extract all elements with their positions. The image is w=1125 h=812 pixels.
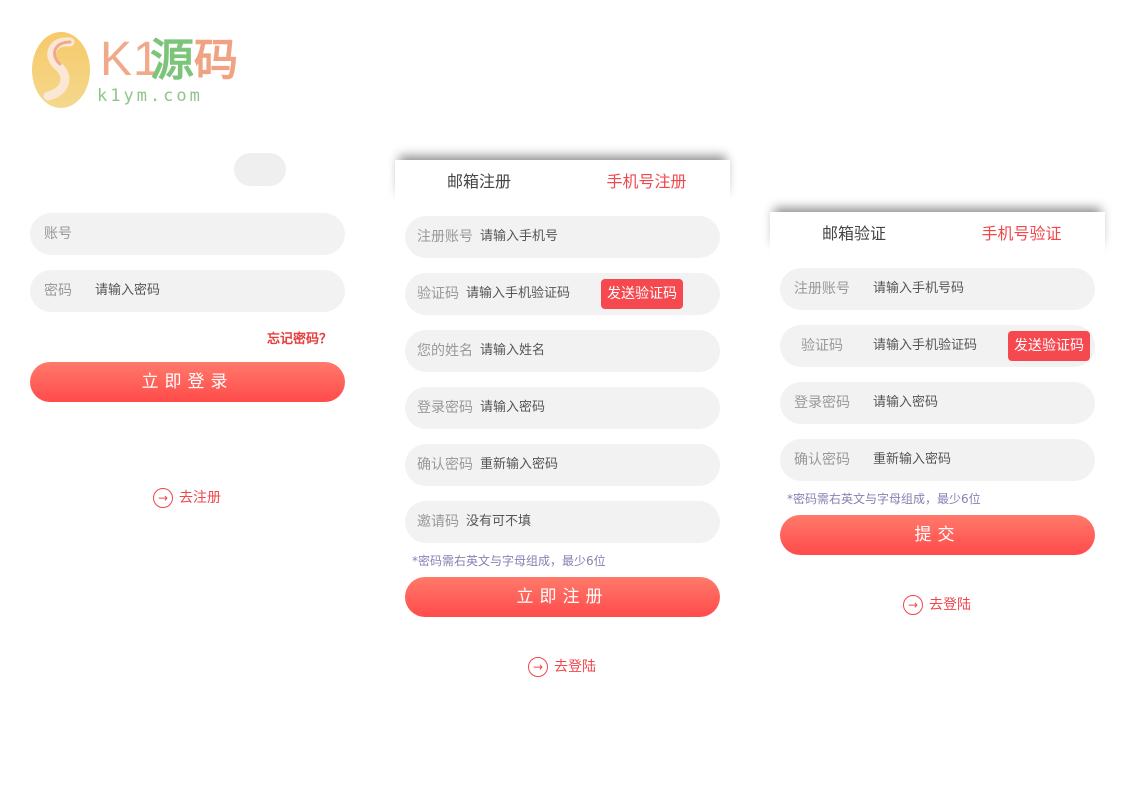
field-label: 注册账号 [794, 281, 850, 297]
field-placeholder: 请输入手机验证码 [466, 286, 571, 301]
logo-domain: k1ym.com [97, 86, 203, 106]
arrow-right-circle-icon: → [528, 657, 548, 677]
password-placeholder: 请输入密码 [95, 283, 161, 298]
verify-account-field[interactable]: 注册账号 请输入手机号码 [780, 268, 1095, 310]
send-code-button[interactable]: 发送验证码 [601, 279, 683, 309]
field-placeholder: 没有可不填 [466, 514, 532, 529]
logo-chinese: 源码 [150, 35, 238, 86]
field-placeholder: 请输入手机验证码 [873, 338, 978, 353]
field-label: 验证码 [801, 338, 843, 354]
field-placeholder: 请输入密码 [873, 395, 939, 410]
field-label: 注册账号 [417, 229, 473, 245]
field-placeholder: 请输入手机号 [480, 229, 559, 244]
register-password-field[interactable]: 登录密码 请输入密码 [405, 387, 720, 429]
password-rule-note: *密码需右英文与字母组成，最少6位 [787, 492, 981, 506]
go-login-label: 去登陆 [929, 597, 971, 613]
logo-egg-icon [32, 32, 90, 108]
forgot-password-link[interactable]: 忘记密码？ [267, 328, 332, 347]
password-label: 密码 [44, 283, 72, 299]
register-name-field[interactable]: 您的姓名 请输入姓名 [405, 330, 720, 372]
field-label: 登录密码 [794, 395, 850, 411]
register-tabs: 邮箱注册 手机号注册 [395, 160, 730, 204]
field-label: 邀请码 [417, 514, 459, 530]
password-field[interactable]: 密码 请输入密码 [30, 270, 345, 312]
site-logo[interactable]: K1 源码 k1ym.com [30, 28, 240, 112]
tab-email-register[interactable]: 邮箱注册 [395, 160, 563, 204]
field-label: 确认密码 [794, 452, 850, 468]
field-label: 验证码 [417, 286, 459, 302]
send-code-button[interactable]: 发送验证码 [1008, 331, 1090, 361]
verify-tabs: 邮箱验证 手机号验证 [770, 212, 1105, 256]
field-label: 确认密码 [417, 457, 473, 473]
submit-button[interactable]: 提交 [780, 515, 1095, 555]
field-placeholder: 请输入密码 [480, 400, 546, 415]
register-invite-field[interactable]: 邀请码 没有可不填 [405, 501, 720, 543]
field-placeholder: 请输入姓名 [480, 343, 546, 358]
account-field[interactable]: 账号 [30, 213, 345, 255]
field-placeholder: 重新输入密码 [480, 457, 559, 472]
login-button[interactable]: 立即登录 [30, 362, 345, 402]
field-label: 您的姓名 [417, 343, 473, 359]
go-login-label: 去登陆 [554, 659, 596, 675]
arrow-right-circle-icon: → [903, 595, 923, 615]
register-button[interactable]: 立即注册 [405, 577, 720, 617]
register-code-field[interactable]: 验证码 请输入手机验证码 发送验证码 [405, 273, 720, 315]
arrow-right-circle-icon: → [153, 488, 173, 508]
password-rule-note: *密码需右英文与字母组成，最少6位 [412, 554, 606, 568]
tab-email-verify[interactable]: 邮箱验证 [770, 212, 938, 256]
account-label: 账号 [44, 226, 72, 242]
verify-confirm-field[interactable]: 确认密码 重新输入密码 [780, 439, 1095, 481]
field-label: 登录密码 [417, 400, 473, 416]
go-login-link[interactable]: → 去登陆 [528, 655, 596, 679]
decorative-blob [234, 153, 286, 186]
tab-phone-register[interactable]: 手机号注册 [563, 160, 730, 204]
verify-code-field[interactable]: 验证码 请输入手机验证码 发送验证码 [780, 325, 1095, 367]
go-register-label: 去注册 [179, 490, 221, 506]
field-placeholder: 重新输入密码 [873, 452, 952, 467]
register-account-field[interactable]: 注册账号 请输入手机号 [405, 216, 720, 258]
go-register-link[interactable]: → 去注册 [153, 486, 221, 510]
register-confirm-field[interactable]: 确认密码 重新输入密码 [405, 444, 720, 486]
go-login-link[interactable]: → 去登陆 [903, 593, 971, 617]
field-placeholder: 请输入手机号码 [873, 281, 965, 296]
tab-phone-verify[interactable]: 手机号验证 [938, 212, 1105, 256]
verify-password-field[interactable]: 登录密码 请输入密码 [780, 382, 1095, 424]
